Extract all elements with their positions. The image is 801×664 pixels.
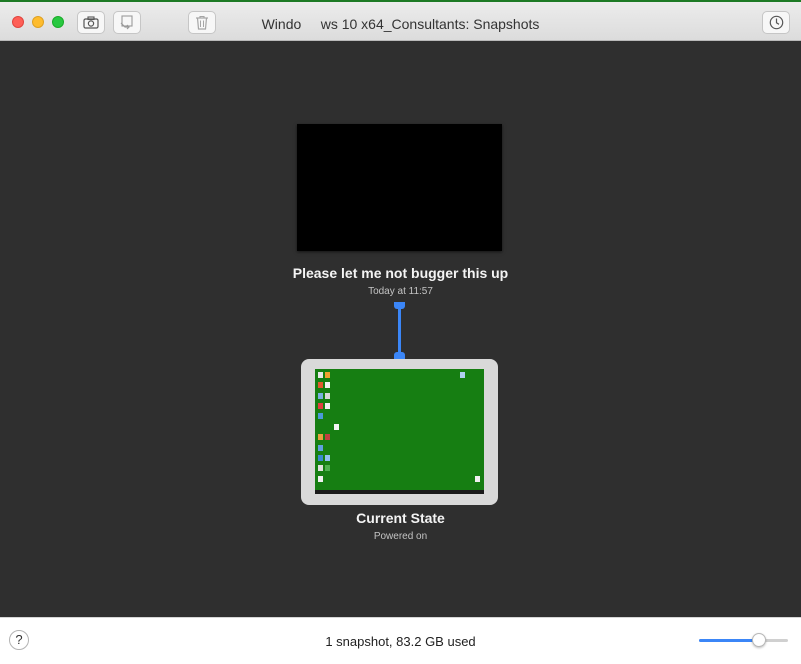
auto-snapshot-button[interactable] [762, 11, 790, 34]
snapshot-thumbnail[interactable] [297, 124, 502, 251]
desktop-icon [318, 372, 323, 378]
snapshot-date: Today at 11:57 [368, 286, 433, 297]
desktop-icon [318, 455, 323, 461]
clock-icon [769, 15, 783, 30]
zoom-slider-knob[interactable] [752, 633, 766, 647]
current-state-status: Powered on [373, 531, 428, 542]
zoom-slider[interactable] [699, 639, 788, 642]
window-title: Windo ws 10 x64_Consultants: Snapshots [261, 16, 540, 32]
desktop-icon [318, 382, 323, 388]
desktop-icon [318, 445, 323, 451]
desktop-icon [325, 455, 330, 461]
desktop-icon [325, 434, 330, 440]
desktop-icon [318, 476, 323, 482]
desktop-icon [325, 393, 330, 399]
connector-bottom-cap [394, 352, 405, 359]
desktop-icon [325, 465, 330, 471]
desktop-icon [318, 403, 323, 409]
current-state-thumbnail[interactable] [301, 359, 498, 505]
desktop-icon [334, 424, 339, 430]
desktop-icon [460, 372, 465, 378]
status-bar: ? 1 snapshot, 83.2 GB used [0, 617, 801, 664]
snapshot-usage: 1 snapshot, 83.2 GB used [325, 634, 476, 649]
desktop-icon [318, 465, 323, 471]
current-state-name: Current State [356, 510, 445, 526]
desktop-icon [475, 476, 480, 482]
snapshot-tree: Please let me not bugger this up Today a… [0, 41, 801, 617]
desktop-taskbar [315, 490, 484, 494]
desktop-icon [318, 413, 323, 419]
snapshot-name[interactable]: Please let me not bugger this up [0, 265, 801, 281]
desktop-icon [325, 372, 330, 378]
desktop-icon [325, 403, 330, 409]
title-bar: Windo ws 10 x64_Consultants: Snapshots [0, 0, 801, 41]
desktop-icon [318, 434, 323, 440]
desktop-preview [315, 369, 484, 494]
desktop-icon [318, 393, 323, 399]
zoom-slider-fill [699, 639, 759, 642]
desktop-icon [325, 382, 330, 388]
snapshot-connector [398, 307, 401, 354]
